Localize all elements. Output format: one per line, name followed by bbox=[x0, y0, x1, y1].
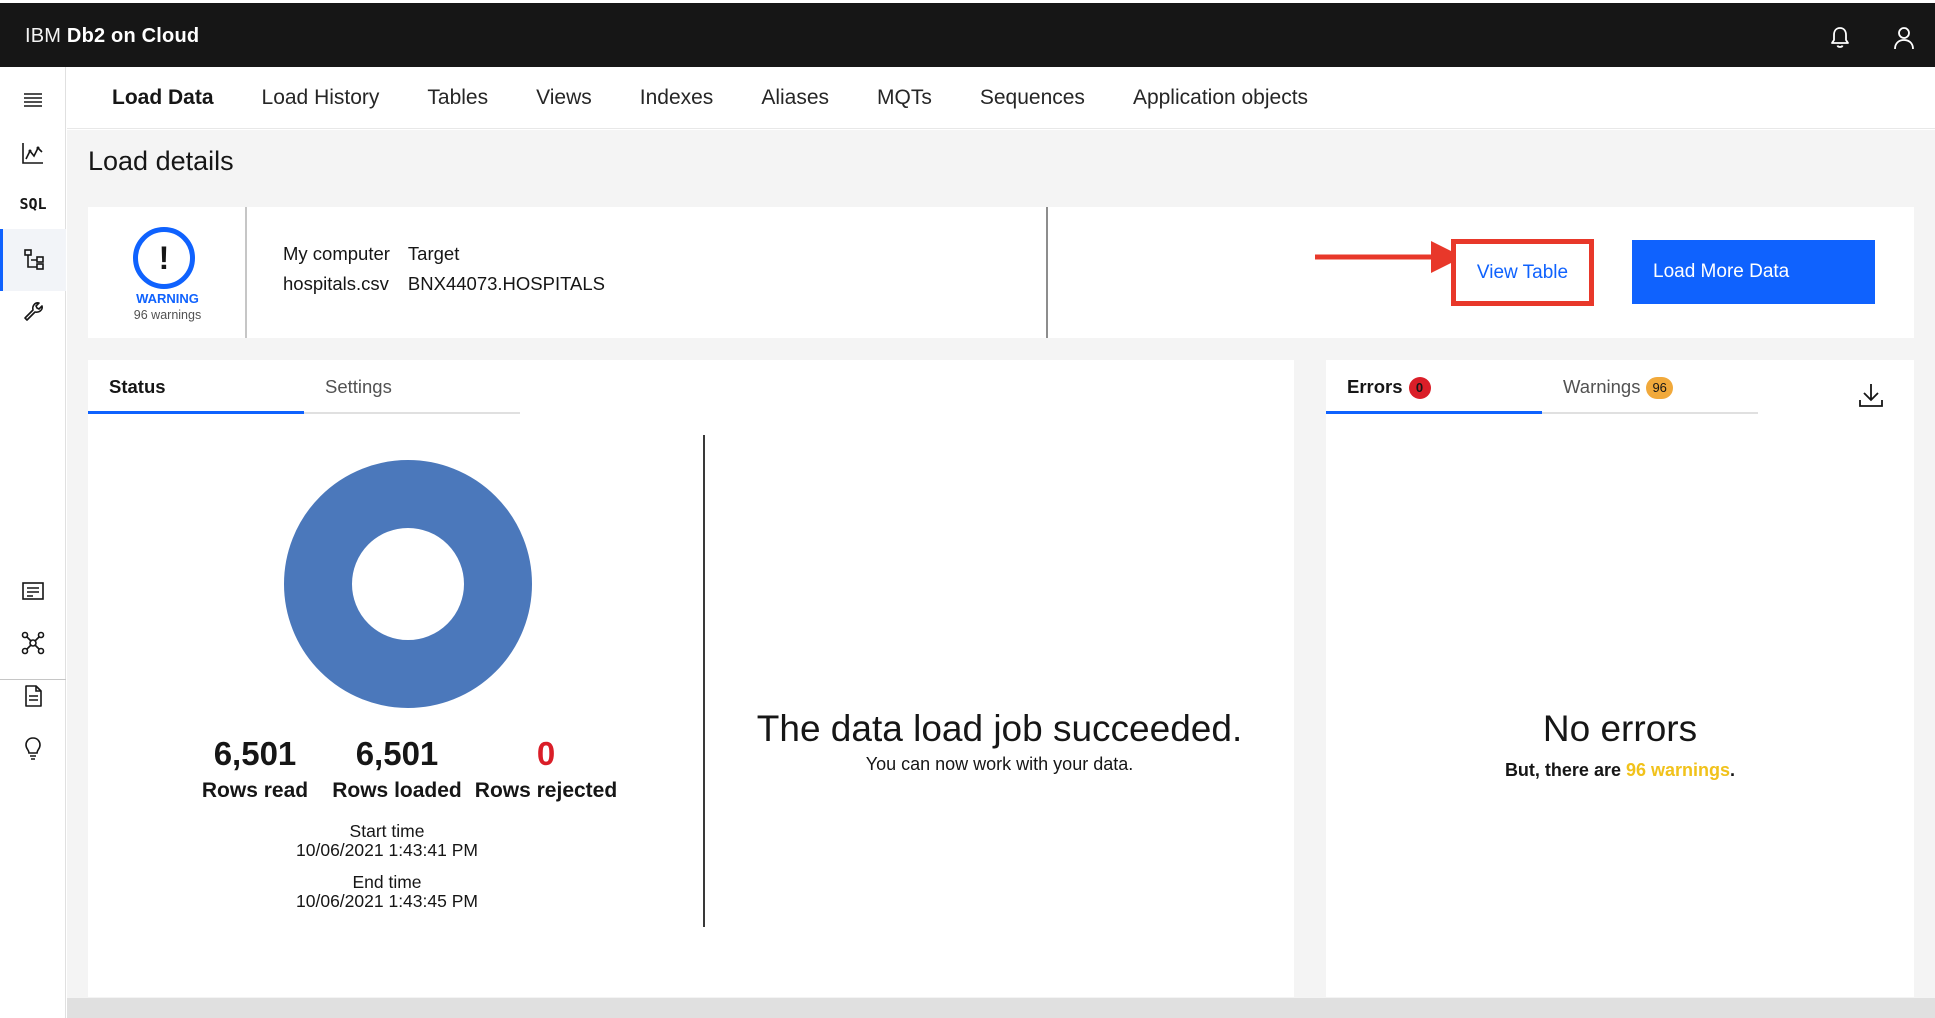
rows-read-label: Rows read bbox=[201, 779, 309, 802]
status-panel: Status Settings 6,501 Rows read 6,501 Ro… bbox=[88, 360, 1294, 997]
rows-loaded-label: Rows loaded bbox=[332, 779, 462, 802]
source-value: hospitals.csv bbox=[283, 273, 389, 294]
row-stats: 6,501 Rows read 6,501 Rows loaded 0 Rows… bbox=[184, 735, 624, 803]
donut-ring bbox=[284, 460, 532, 708]
target-label: Target bbox=[407, 243, 460, 264]
rows-rejected-value: 0 bbox=[536, 735, 556, 772]
tab-status[interactable]: Status bbox=[88, 360, 304, 414]
stat-rows-loaded: 6,501 Rows loaded bbox=[326, 735, 468, 803]
target-value: BNX44073.HOSPITALS bbox=[407, 273, 606, 294]
rows-rejected-label: Rows rejected bbox=[474, 779, 618, 802]
brand-name: Db2 on Cloud bbox=[66, 25, 200, 47]
errors-panel: Errors 0 Warnings 96 No errors But, there … bbox=[1326, 360, 1914, 997]
tab-errors[interactable]: Errors 0 bbox=[1326, 360, 1542, 414]
top-actions bbox=[1827, 25, 1917, 51]
success-subtitle: You can now work with your data. bbox=[865, 754, 1134, 774]
rows-read-value: 6,501 bbox=[213, 735, 297, 772]
tab-mqts[interactable]: MQTs bbox=[877, 86, 932, 110]
load-more-data-button[interactable]: Load More Data bbox=[1632, 240, 1875, 304]
rows-donut-chart bbox=[284, 460, 532, 708]
success-message: The data load job succeeded. You can now… bbox=[705, 708, 1294, 775]
source-target-info: My computer Target hospitals.csv BNX4407… bbox=[283, 243, 605, 295]
warnings-tab-label: Warnings bbox=[1563, 376, 1641, 397]
errors-tab-label: Errors bbox=[1347, 376, 1403, 397]
left-rail: SQL bbox=[0, 67, 66, 1018]
load-status-summary: ! WARNING 96 warnings bbox=[88, 207, 247, 338]
user-icon[interactable] bbox=[1891, 25, 1917, 51]
source-label: My computer bbox=[283, 243, 390, 264]
sql-label: SQL bbox=[19, 195, 47, 213]
stat-rows-read: 6,501 Rows read bbox=[184, 735, 326, 803]
errors-tabs: Errors 0 Warnings 96 bbox=[1326, 360, 1758, 414]
main-tabs: Load Data Load History Tables Views Inde… bbox=[67, 67, 1935, 129]
status-title: WARNING bbox=[136, 291, 199, 306]
brand-prefix: IBM bbox=[25, 25, 67, 47]
status-divider bbox=[703, 435, 705, 927]
tab-aliases[interactable]: Aliases bbox=[761, 86, 829, 110]
idea-icon[interactable] bbox=[0, 717, 66, 779]
status-tabs: Status Settings bbox=[88, 360, 520, 414]
end-time-label: End time bbox=[352, 872, 422, 892]
tab-tables[interactable]: Tables bbox=[427, 86, 488, 110]
bottom-edge bbox=[67, 998, 1935, 1018]
details-divider bbox=[1046, 207, 1048, 338]
load-times: Start time 10/06/2021 1:43:41 PM End tim… bbox=[184, 822, 590, 911]
start-time-label: Start time bbox=[349, 821, 425, 841]
load-details-card: ! WARNING 96 warnings My computer Target… bbox=[88, 207, 1914, 338]
administration-icon[interactable] bbox=[0, 281, 66, 343]
warnings-count-badge: 96 bbox=[1646, 377, 1673, 400]
warning-icon: ! bbox=[133, 227, 195, 289]
tab-indexes[interactable]: Indexes bbox=[640, 86, 714, 110]
top-bar: IBM Db2 on Cloud bbox=[0, 0, 1935, 67]
status-subtitle: 96 warnings bbox=[133, 308, 202, 322]
tab-application-objects[interactable]: Application objects bbox=[1133, 86, 1308, 110]
end-time-value: 10/06/2021 1:43:45 PM bbox=[296, 891, 478, 911]
notification-icon[interactable] bbox=[1827, 25, 1853, 51]
no-errors-message: No errors But, there are 96 warnings. bbox=[1326, 708, 1914, 781]
errors-count-badge: 0 bbox=[1408, 377, 1431, 400]
no-errors-title: No errors bbox=[1542, 708, 1698, 749]
tab-views[interactable]: Views bbox=[536, 86, 592, 110]
stat-rows-rejected: 0 Rows rejected bbox=[468, 735, 624, 803]
start-time-value: 10/06/2021 1:43:41 PM bbox=[296, 840, 478, 860]
tab-settings[interactable]: Settings bbox=[304, 360, 520, 414]
warnings-note: But, there are 96 warnings. bbox=[1326, 760, 1914, 781]
page-title: Load details bbox=[88, 146, 234, 176]
main-content: Load details ! WARNING 96 warnings My co… bbox=[67, 130, 1935, 1018]
tab-warnings[interactable]: Warnings 96 bbox=[1542, 360, 1758, 414]
view-table-button[interactable]: View Table bbox=[1451, 239, 1594, 306]
warnings-note-suffix: . bbox=[1730, 760, 1736, 780]
warnings-link[interactable]: 96 warnings bbox=[1626, 760, 1730, 780]
rows-loaded-value: 6,501 bbox=[355, 735, 439, 772]
tab-load-history[interactable]: Load History bbox=[262, 86, 380, 110]
sql-icon[interactable]: SQL bbox=[0, 173, 66, 235]
warnings-note-prefix: But, there are bbox=[1504, 760, 1626, 780]
tab-load-data[interactable]: Load Data bbox=[112, 86, 214, 110]
download-icon[interactable] bbox=[1856, 380, 1886, 410]
success-title: The data load job succeeded. bbox=[756, 708, 1243, 749]
tab-sequences[interactable]: Sequences bbox=[980, 86, 1085, 110]
app-brand[interactable]: IBM Db2 on Cloud bbox=[25, 25, 199, 48]
